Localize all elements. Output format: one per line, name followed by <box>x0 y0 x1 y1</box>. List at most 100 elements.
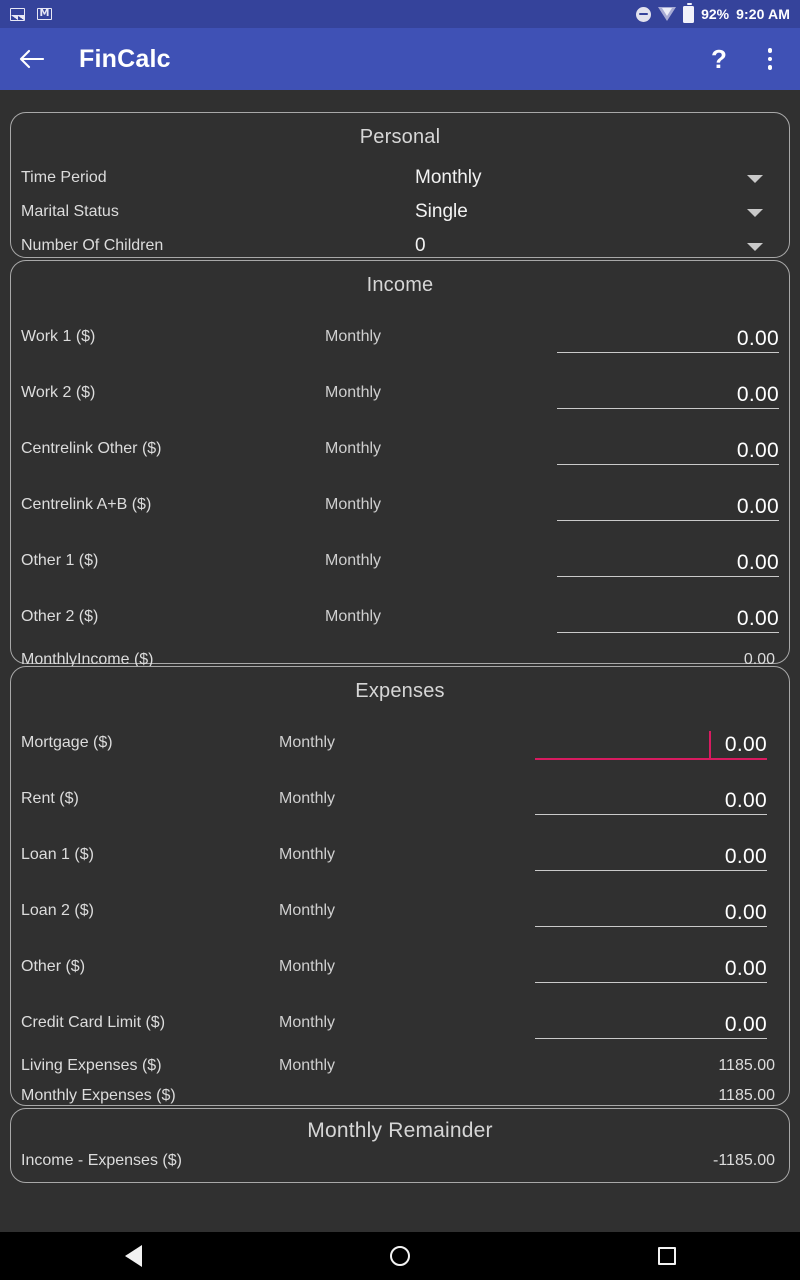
row-label: Rent ($) <box>21 790 79 807</box>
row-label: Work 2 ($) <box>21 384 96 401</box>
income-input-centrelink-other[interactable]: 0.00 <box>557 421 779 477</box>
remainder-card: Monthly Remainder Income - Expenses ($) … <box>10 1108 790 1183</box>
text-cursor <box>708 731 711 759</box>
chevron-down-icon[interactable] <box>747 243 763 251</box>
expenses-input-mortgage[interactable]: 0.00 <box>535 715 767 771</box>
expenses-input-credit-card-limit[interactable]: 0.00 <box>535 995 767 1051</box>
expenses-total-row: Monthly Expenses ($) 1185.00 <box>11 1081 789 1111</box>
expenses-card: Expenses Mortgage ($) Monthly 0.00 Rent … <box>10 666 790 1106</box>
income-row-work-2[interactable]: Work 2 ($) Monthly 0.00 <box>11 365 789 421</box>
expenses-input-loan-1[interactable]: 0.00 <box>535 827 767 883</box>
overflow-menu-icon[interactable] <box>746 28 800 90</box>
status-bar-notifications <box>10 7 52 21</box>
battery-percent: 92% <box>701 6 730 22</box>
row-period: Monthly <box>325 440 382 457</box>
app-bar: FinCalc ? <box>0 28 800 90</box>
nav-home-button[interactable] <box>340 1246 460 1266</box>
income-input-other-1[interactable]: 0.00 <box>557 533 779 589</box>
input-underline <box>557 463 779 465</box>
input-value: 0.00 <box>724 957 767 980</box>
income-row-centrelink-other[interactable]: Centrelink Other ($) Monthly 0.00 <box>11 421 789 477</box>
row-period: Monthly <box>279 734 336 751</box>
income-input-other-2[interactable]: 0.00 <box>557 589 779 645</box>
page-title: FinCalc <box>79 44 171 73</box>
income-input-work-1[interactable]: 0.00 <box>557 309 779 365</box>
income-row-other-2[interactable]: Other 2 ($) Monthly 0.00 <box>11 589 789 645</box>
row-label: Marital Status <box>21 203 119 220</box>
navigation-bar <box>0 1232 800 1280</box>
expenses-row-loan-1[interactable]: Loan 1 ($) Monthly 0.00 <box>11 827 789 883</box>
input-underline <box>535 1037 767 1039</box>
expenses-row-mortgage[interactable]: Mortgage ($) Monthly 0.00 <box>11 715 789 771</box>
row-value: -1185.00 <box>713 1152 775 1169</box>
expenses-row-credit-card-limit[interactable]: Credit Card Limit ($) Monthly 0.00 <box>11 995 789 1051</box>
row-label: Other 2 ($) <box>21 608 99 625</box>
chevron-down-icon[interactable] <box>747 209 763 217</box>
battery-icon <box>683 2 695 23</box>
income-input-work-2[interactable]: 0.00 <box>557 365 779 421</box>
input-underline <box>535 757 767 760</box>
row-period: Monthly <box>279 790 336 807</box>
input-value: 0.00 <box>736 607 779 630</box>
row-value: 1185.00 <box>718 1087 775 1104</box>
row-label: Number Of Children <box>21 237 164 254</box>
row-label: Credit Card Limit ($) <box>21 1014 166 1031</box>
clock: 9:20 AM <box>736 6 790 22</box>
nav-back-button[interactable] <box>73 1245 193 1267</box>
income-row-work-1[interactable]: Work 1 ($) Monthly 0.00 <box>11 309 789 365</box>
remainder-row: Income - Expenses ($) -1185.00 <box>11 1146 789 1176</box>
row-label: Mortgage ($) <box>21 734 113 751</box>
chevron-down-icon[interactable] <box>747 175 763 183</box>
gmail-icon <box>37 8 52 20</box>
income-row-other-1[interactable]: Other 1 ($) Monthly 0.00 <box>11 533 789 589</box>
content-area: Personal Time Period Monthly Marital Sta… <box>0 90 800 1232</box>
row-marital-status[interactable]: Marital Status Single <box>11 195 789 229</box>
expenses-row-loan-2[interactable]: Loan 2 ($) Monthly 0.00 <box>11 883 789 939</box>
status-bar-system: 92% 9:20 AM <box>636 2 790 23</box>
row-period: Monthly <box>279 958 336 975</box>
expenses-input-rent[interactable]: 0.00 <box>535 771 767 827</box>
input-underline <box>557 519 779 521</box>
input-value: 0.00 <box>724 845 767 868</box>
expenses-input-other[interactable]: 0.00 <box>535 939 767 995</box>
row-number-of-children[interactable]: Number Of Children 0 <box>11 229 789 263</box>
income-row-centrelink-ab[interactable]: Centrelink A+B ($) Monthly 0.00 <box>11 477 789 533</box>
expenses-card-title: Expenses <box>355 680 445 702</box>
row-value: 0 <box>415 235 426 256</box>
input-underline <box>557 575 779 577</box>
app-screen: 92% 9:20 AM FinCalc ? Personal Time Peri… <box>0 0 800 1280</box>
row-period: Monthly <box>279 1014 336 1031</box>
input-underline <box>535 925 767 927</box>
row-label: Loan 2 ($) <box>21 902 94 919</box>
row-label: Time Period <box>21 169 107 186</box>
row-label: Living Expenses ($) <box>21 1057 162 1074</box>
back-button[interactable] <box>0 28 62 90</box>
income-input-centrelink-ab[interactable]: 0.00 <box>557 477 779 533</box>
row-period: Monthly <box>279 846 336 863</box>
personal-card-title: Personal <box>359 126 441 148</box>
row-period: Monthly <box>279 902 336 919</box>
input-value: 0.00 <box>736 383 779 406</box>
input-underline <box>557 407 779 409</box>
row-period: Monthly <box>325 496 382 513</box>
row-time-period[interactable]: Time Period Monthly <box>11 161 789 195</box>
input-value: 0.00 <box>736 551 779 574</box>
income-card-title: Income <box>366 274 434 296</box>
input-value: 0.00 <box>736 439 779 462</box>
row-label: Centrelink A+B ($) <box>21 496 152 513</box>
row-period: Monthly <box>325 608 382 625</box>
input-value: 0.00 <box>724 789 767 812</box>
input-value: 0.00 <box>736 327 779 350</box>
input-underline <box>535 869 767 871</box>
personal-card: Personal Time Period Monthly Marital Sta… <box>10 112 790 258</box>
expenses-row-rent[interactable]: Rent ($) Monthly 0.00 <box>11 771 789 827</box>
input-value: 0.00 <box>724 901 767 924</box>
nav-recents-button[interactable] <box>607 1247 727 1265</box>
expenses-row-other[interactable]: Other ($) Monthly 0.00 <box>11 939 789 995</box>
row-label: Income - Expenses ($) <box>21 1152 182 1169</box>
expenses-input-loan-2[interactable]: 0.00 <box>535 883 767 939</box>
input-underline <box>557 631 779 633</box>
row-period: Monthly <box>279 1057 336 1074</box>
help-icon[interactable]: ? <box>692 28 746 90</box>
home-circle-icon <box>389 1246 410 1266</box>
